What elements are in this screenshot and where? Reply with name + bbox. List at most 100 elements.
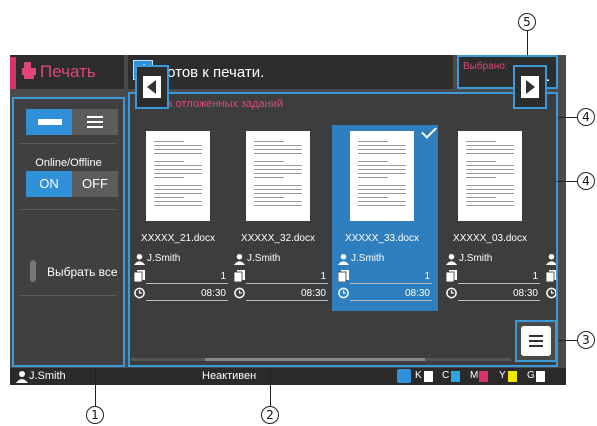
ink-label: M [470, 370, 479, 381]
job-time-row [546, 285, 556, 301]
document-thumbnail [350, 131, 414, 221]
job-time-row: 08:30 [446, 285, 540, 301]
list-view-button[interactable] [72, 109, 118, 135]
chevron-left-icon [147, 80, 156, 94]
chevron-right-icon [526, 80, 535, 94]
row-underline [146, 283, 228, 284]
job-copies-row: 1 [134, 268, 228, 284]
footer-user: J.Smith [29, 370, 66, 382]
job-copies-row [546, 268, 556, 284]
footer-status: Неактивен [202, 370, 257, 382]
row-underline [350, 300, 432, 301]
job-filename: XX [540, 233, 556, 244]
document-thumbnail [458, 131, 522, 221]
ink-label: C [442, 370, 450, 381]
callout-5: 5 [518, 13, 536, 31]
job-card[interactable]: XX J. [540, 125, 556, 311]
grid-icon [38, 119, 46, 125]
job-copies: 1 [532, 271, 538, 282]
job-user-row: J.Smith [134, 251, 228, 267]
job-time: 08:30 [200, 288, 226, 299]
scroll-right-face [521, 76, 539, 98]
clock-icon [446, 287, 457, 299]
ink-level-box [508, 371, 517, 382]
scroll-left-face [143, 76, 161, 98]
selected-label: Выбрано: [463, 61, 508, 72]
figure: Печать Готов к печати. Выбрано: 1 Online… [0, 0, 597, 426]
print-tab[interactable]: Печать [10, 55, 124, 89]
row-underline [246, 300, 328, 301]
copies-icon [134, 270, 145, 282]
divider [20, 295, 117, 296]
job-time-row: 08:30 [234, 285, 328, 301]
ink-label: K [415, 370, 422, 381]
status-text: Готов к печати. [160, 64, 265, 81]
leader-line [557, 181, 577, 182]
document-thumbnail [246, 131, 310, 221]
job-time-row: 08:30 [134, 285, 228, 301]
leader-line [558, 117, 577, 118]
job-card[interactable]: XXXXX_21.docx J.Smith 1 08:30 [130, 125, 234, 311]
held-jobs-list: Список отложенных заданий XXXXX_21.docx J… [128, 92, 558, 367]
copies-icon [338, 270, 349, 282]
check-icon [421, 123, 437, 139]
job-user-row: J.Smith [446, 251, 540, 267]
callout-1: 1 [86, 406, 104, 424]
sidebar: Online/Offline ON OFF Выбрать все [12, 97, 125, 367]
scroll-right-button[interactable] [513, 65, 547, 109]
divider [20, 143, 117, 144]
job-user: J.Smith [351, 253, 385, 264]
row-underline [458, 283, 540, 284]
menu-line [529, 335, 543, 337]
leader-line [270, 368, 271, 407]
user-icon [16, 371, 28, 383]
menu-button[interactable] [515, 320, 557, 362]
job-card[interactable]: XXXXX_03.docx J.Smith 1 08:30 [440, 125, 546, 311]
callout-4-right: 4 [577, 172, 595, 190]
select-all-label: Выбрать все [47, 265, 118, 279]
document-thumbnail [146, 131, 210, 221]
list-icon [87, 121, 103, 123]
print-tab-label: Печать [40, 62, 96, 81]
online-off-button[interactable]: OFF [72, 171, 118, 197]
user-icon [234, 253, 245, 265]
copies-icon [446, 270, 457, 282]
row-underline [246, 283, 328, 284]
job-copies: 1 [220, 271, 226, 282]
grid-icon [54, 119, 62, 125]
footer-bar: J.Smith Неактивен K C M Y G [10, 368, 566, 385]
ink-level-box [424, 371, 433, 382]
online-on-button[interactable]: ON [26, 171, 72, 197]
select-all-button[interactable]: Выбрать все [14, 257, 123, 287]
row-underline [350, 283, 432, 284]
job-time-row: 08:30 [338, 285, 432, 301]
row-underline [146, 300, 228, 301]
job-filename: XXXXX_33.docx [345, 233, 419, 244]
job-copies: 1 [320, 271, 326, 282]
job-copies-row: 1 [338, 268, 432, 284]
grid-view-button[interactable] [26, 109, 72, 135]
job-filename: XXXXX_03.docx [453, 233, 527, 244]
clock-icon [338, 287, 349, 299]
list-icon [87, 126, 103, 128]
job-user-row: J.Smith [234, 251, 328, 267]
clock-icon [546, 287, 556, 299]
scroll-left-button[interactable] [135, 65, 169, 109]
clock-icon [134, 287, 145, 299]
job-user: J.Smith [247, 253, 281, 264]
user-icon [134, 253, 145, 265]
printer-icon [22, 62, 36, 79]
user-icon [546, 253, 556, 265]
job-card[interactable]: XXXXX_33.docx J.Smith 1 08:30 [332, 123, 438, 311]
menu-line [529, 340, 543, 342]
scrollbar-thumb[interactable] [205, 358, 425, 361]
online-offline-label: Online/Offline [35, 157, 102, 169]
divider [20, 209, 117, 210]
copies-icon [234, 270, 245, 282]
job-user-row: J.Smith [338, 251, 432, 267]
refresh-icon[interactable] [397, 369, 411, 383]
job-user: J.Smith [459, 253, 493, 264]
leader-line [95, 368, 96, 407]
job-card[interactable]: XXXXX_32.docx J.Smith 1 08:30 [228, 125, 334, 311]
leader-line [527, 30, 528, 55]
